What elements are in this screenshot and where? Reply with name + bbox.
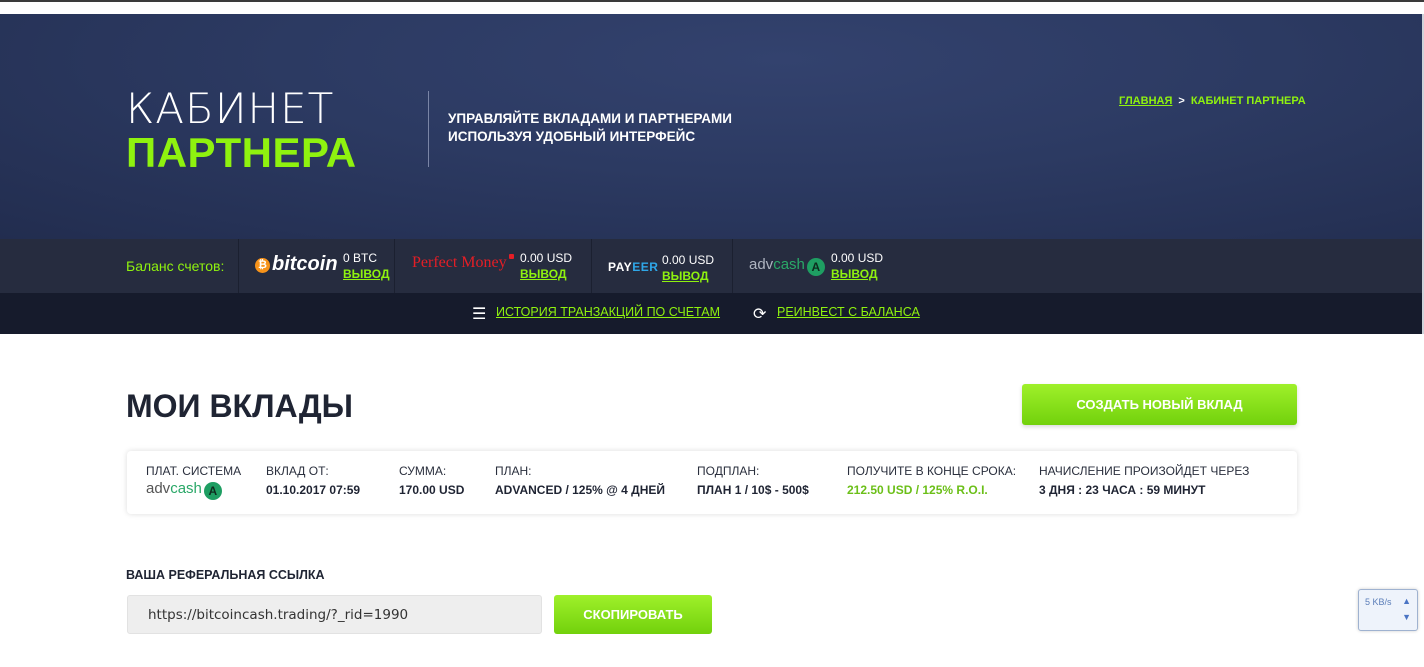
account-subnav: ☰ ИСТОРИЯ ТРАНЗАКЦИЙ ПО СЧЕТАМ ⟳ РЕИНВЕС… — [0, 293, 1422, 334]
perfect-money-mark-icon — [508, 254, 514, 259]
payeer-logo: PAYEER — [608, 260, 658, 274]
deposit-system-header: ПЛАТ. СИСТЕМА — [146, 464, 242, 478]
breadcrumb: ГЛАВНАЯ > КАБИНЕТ ПАРТНЕРА — [1119, 95, 1306, 107]
advcash-badge-icon: A — [203, 482, 222, 500]
refresh-icon: ⟳ — [753, 306, 767, 323]
reinvest-link[interactable]: РЕИНВЕСТ С БАЛАНСА — [777, 305, 920, 319]
perfect-money-logo: Perfect Money — [412, 254, 514, 272]
advcash-badge-icon: A — [806, 258, 825, 276]
deposit-plan-header: ПЛАН: — [495, 464, 532, 478]
bitcoin-withdraw-link[interactable]: ВЫВОД — [343, 267, 390, 281]
advcash-withdraw-link[interactable]: ВЫВОД — [831, 267, 878, 281]
network-speed-text: 5 KB/s — [1365, 597, 1392, 607]
deposit-accrual-header: НАЧИСЛЕНИЕ ПРОИЗОЙДЕТ ЧЕРЕЗ — [1039, 464, 1250, 478]
balance-bar: Баланс счетов: ₿ bitcoin 0 BTC ВЫВОД Perf… — [0, 239, 1422, 293]
deposit-col-date: ВКЛАД ОТ: 01.10.2017 07:59 — [266, 464, 360, 497]
breadcrumb-separator: > — [1178, 95, 1185, 107]
perfect-money-withdraw-link[interactable]: ВЫВОД — [520, 267, 567, 281]
deposit-col-result: ПОЛУЧИТЕ В КОНЦЕ СРОКА: 212.50 USD / 125… — [847, 464, 1016, 497]
perfect-money-amount: 0.00 USD — [520, 251, 573, 265]
hero-banner: КАБИНЕТ ПАРТНЕРА УПРАВЛЯЙТЕ ВКЛАДАМИ И П… — [0, 14, 1422, 239]
deposit-col-system: ПЛАТ. СИСТЕМА advcash A — [146, 464, 241, 500]
payeer-logo-b: EER — [632, 260, 659, 274]
deposit-result-value: 212.50 USD / 125% R.O.I. — [847, 483, 988, 497]
bitcoin-logo: ₿ bitcoin — [255, 253, 338, 276]
advcash-logo-a: adv — [749, 256, 774, 273]
deposit-col-subplan: ПОДПЛАН: ПЛАН 1 / 10$ - 500$ — [697, 464, 809, 497]
upload-arrow-icon: ▲ — [1402, 596, 1411, 606]
referral-link-input[interactable] — [127, 595, 542, 634]
deposit-accrual-value: 3 ДНЯ : 23 ЧАСА : 59 МИНУТ — [1039, 483, 1206, 497]
breadcrumb-home-link[interactable]: ГЛАВНАЯ — [1119, 95, 1172, 107]
create-deposit-button[interactable]: СОЗДАТЬ НОВЫЙ ВКЛАД — [1022, 384, 1297, 425]
deposit-result-header: ПОЛУЧИТЕ В КОНЦЕ СРОКА: — [847, 464, 1017, 478]
copy-referral-button[interactable]: СКОПИРОВАТЬ — [554, 595, 712, 634]
download-arrow-icon: ▼ — [1402, 612, 1411, 622]
payeer-amount: 0.00 USD — [662, 253, 715, 267]
network-speed-widget[interactable]: 5 KB/s ▲ ▼ — [1358, 589, 1418, 631]
bitcoin-logo-text: bitcoin — [272, 253, 338, 275]
deposit-system-logo-a: adv — [146, 480, 171, 497]
perfect-money-logo-text: Perfect Money — [412, 254, 507, 271]
deposit-amount-header: СУММА: — [399, 464, 447, 478]
balance-payeer: PAYEER 0.00 USD ВЫВОД — [592, 239, 732, 293]
deposit-card: ПЛАТ. СИСТЕМА advcash A ВКЛАД ОТ: 01.10.2… — [127, 451, 1297, 514]
deposit-col-amount: СУММА: 170.00 USD — [399, 464, 464, 497]
balance-perfect-money: Perfect Money 0.00 USD ВЫВОД — [395, 239, 591, 293]
deposit-date-value: 01.10.2017 07:59 — [266, 483, 361, 497]
hero-subtitle-line2: ИСПОЛЬЗУЯ УДОБНЫЙ ИНТЕРФЕЙС — [448, 129, 696, 144]
hero-divider — [428, 91, 429, 167]
transaction-history-link[interactable]: ИСТОРИЯ ТРАНЗАКЦИЙ ПО СЧЕТАМ — [496, 305, 720, 319]
menu-icon: ☰ — [472, 306, 487, 323]
deposit-system-logo-b: cash — [170, 480, 202, 497]
deposit-subplan-header: ПОДПЛАН: — [697, 464, 760, 478]
bitcoin-coin-icon: ₿ — [255, 258, 270, 273]
balance-bitcoin: ₿ bitcoin 0 BTC ВЫВОД — [239, 239, 394, 293]
balance-label: Баланс счетов: — [126, 258, 225, 274]
bitcoin-amount: 0 BTC — [343, 251, 378, 265]
deposit-subplan-value: ПЛАН 1 / 10$ - 500$ — [697, 483, 809, 497]
deposit-system-logo: advcash A — [146, 480, 241, 500]
page-title-line1: КАБИНЕТ — [126, 84, 335, 133]
deposit-date-header: ВКЛАД ОТ: — [266, 464, 329, 478]
advcash-logo-b: cash — [773, 256, 805, 273]
deposit-amount-value: 170.00 USD — [399, 483, 465, 497]
payeer-logo-a: PAY — [608, 260, 633, 274]
breadcrumb-current: КАБИНЕТ ПАРТНЕРА — [1190, 95, 1306, 107]
payeer-withdraw-link[interactable]: ВЫВОД — [662, 269, 709, 283]
advcash-amount: 0.00 USD — [831, 251, 884, 265]
deposit-plan-value: ADVANCED / 125% @ 4 ДНЕЙ — [495, 483, 666, 497]
hero-subtitle: УПРАВЛЯЙТЕ ВКЛАДАМИ И ПАРТНЕРАМИ ИСПОЛЬЗ… — [448, 110, 732, 146]
referral-label: ВАША РЕФЕРАЛЬНАЯ ССЫЛКА — [126, 568, 325, 582]
deposit-col-plan: ПЛАН: ADVANCED / 125% @ 4 ДНЕЙ — [495, 464, 665, 497]
top-border — [0, 0, 1424, 2]
page-title-line2: ПАРТНЕРА — [126, 129, 357, 176]
advcash-logo: advcash A — [749, 256, 825, 276]
hero-subtitle-line1: УПРАВЛЯЙТЕ ВКЛАДАМИ И ПАРТНЕРАМИ — [448, 111, 732, 126]
deposits-title: МОИ ВКЛАДЫ — [126, 388, 353, 424]
balance-advcash: advcash A 0.00 USD ВЫВОД — [733, 239, 913, 293]
deposit-col-accrual: НАЧИСЛЕНИЕ ПРОИЗОЙДЕТ ЧЕРЕЗ 3 ДНЯ : 23 Ч… — [1039, 464, 1249, 497]
